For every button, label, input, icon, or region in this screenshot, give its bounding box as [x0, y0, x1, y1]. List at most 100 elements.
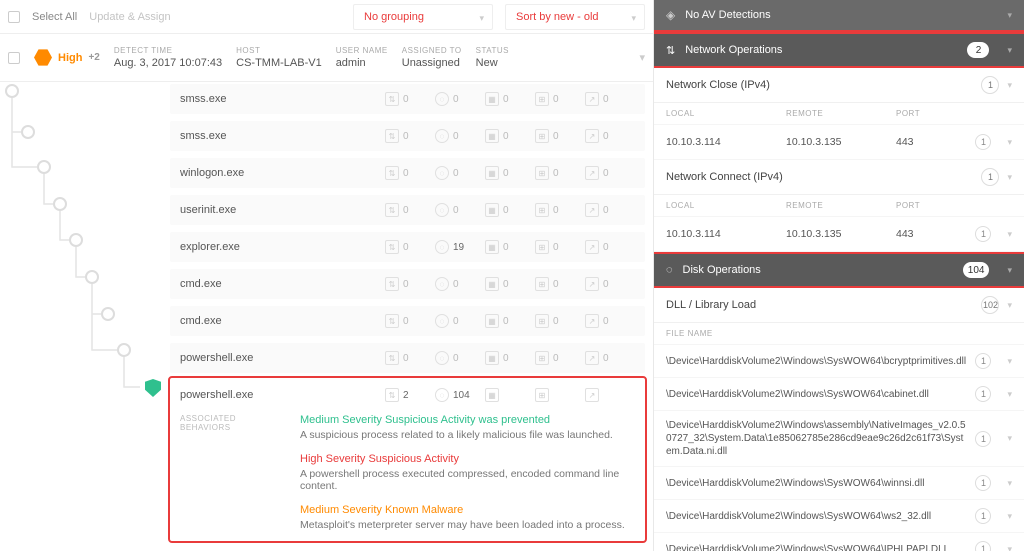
metric-reg[interactable]: ▦0: [485, 314, 535, 328]
host-col: HOSTCS-TMM-LAB-V1: [236, 46, 322, 69]
tree-node[interactable]: [69, 233, 83, 247]
process-row[interactable]: powershell.exe⇅0◌0▦0⊞0↗0: [170, 343, 645, 373]
file-row[interactable]: \Device\HarddiskVolume2\Windows\SysWOW64…: [654, 500, 1024, 533]
toolbar: Select All Update & Assign No grouping▾ …: [0, 0, 653, 34]
metric-dns[interactable]: ⊞0: [535, 314, 585, 328]
metric-disk[interactable]: ◌19: [435, 240, 485, 254]
metric-net[interactable]: ⇅0: [385, 314, 435, 328]
metric-net[interactable]: ⇅0: [385, 92, 435, 106]
process-row[interactable]: smss.exe⇅0◌0▦0⊞0↗0: [170, 121, 645, 151]
metric-other[interactable]: ↗0: [585, 314, 635, 328]
file-row[interactable]: \Device\HarddiskVolume2\Windows\assembly…: [654, 411, 1024, 467]
metric-disk[interactable]: ◌0: [435, 203, 485, 217]
select-all-button[interactable]: Select All: [32, 11, 77, 23]
metric-reg[interactable]: ▦0: [485, 166, 535, 180]
file-row[interactable]: \Device\HarddiskVolume2\Windows\SysWOW64…: [654, 345, 1024, 378]
metric-other[interactable]: ↗0: [585, 351, 635, 365]
metric-dns[interactable]: ⊞0: [535, 203, 585, 217]
sort-dropdown[interactable]: Sort by new - old▾: [505, 4, 645, 30]
table-header: FILE NAME: [654, 323, 1024, 345]
metric-net[interactable]: ⇅0: [385, 351, 435, 365]
table-header: LOCALREMOTEPORT: [654, 103, 1024, 125]
tree-node[interactable]: [21, 125, 35, 139]
metric-disk[interactable]: ◌0: [435, 277, 485, 291]
process-row[interactable]: smss.exe⇅0◌0▦0⊞0↗0: [170, 84, 645, 114]
file-row[interactable]: \Device\HarddiskVolume2\Windows\SysWOW64…: [654, 467, 1024, 500]
tree-node[interactable]: [85, 270, 99, 284]
metric-reg[interactable]: ▦: [485, 388, 535, 402]
process-name: powershell.exe: [180, 352, 385, 364]
metric-disk[interactable]: ◌0: [435, 351, 485, 365]
network-section-header[interactable]: ⇅ Network Operations 2 ▾: [654, 32, 1024, 68]
metric-other[interactable]: ↗0: [585, 166, 635, 180]
process-name: powershell.exe: [180, 389, 385, 401]
metric-reg[interactable]: ▦0: [485, 277, 535, 291]
metric-net[interactable]: ⇅2: [385, 388, 435, 402]
tree-node[interactable]: [37, 160, 51, 174]
metric-disk[interactable]: ◌0: [435, 166, 485, 180]
update-assign-button[interactable]: Update & Assign: [89, 11, 170, 23]
metric-dns[interactable]: ⊞0: [535, 351, 585, 365]
chevron-down-icon: ▾: [1007, 544, 1012, 551]
metric-net[interactable]: ⇅0: [385, 129, 435, 143]
metric-other[interactable]: ↗0: [585, 277, 635, 291]
behavior-item: Medium Severity Suspicious Activity was …: [300, 414, 635, 441]
tree-node[interactable]: [5, 84, 19, 98]
chevron-down-icon: ▾: [1007, 433, 1012, 444]
file-row[interactable]: \Device\HarddiskVolume2\Windows\SysWOW64…: [654, 378, 1024, 411]
metric-disk[interactable]: ◌0: [435, 314, 485, 328]
disk-section-header[interactable]: ◌ Disk Operations 104 ▾: [654, 252, 1024, 288]
table-row[interactable]: 10.10.3.11410.10.3.135443 1▾: [654, 125, 1024, 160]
process-row[interactable]: winlogon.exe⇅0◌0▦0⊞0↗0: [170, 158, 645, 188]
metric-dns[interactable]: ⊞0: [535, 166, 585, 180]
metric-other[interactable]: ↗0: [585, 240, 635, 254]
grouping-dropdown[interactable]: No grouping▾: [353, 4, 493, 30]
tree-node[interactable]: [101, 307, 115, 321]
metric-other[interactable]: ↗0: [585, 92, 635, 106]
process-name: winlogon.exe: [180, 167, 385, 179]
metric-net[interactable]: ⇅0: [385, 240, 435, 254]
network-close-header[interactable]: Network Close (IPv4) 1 ▾: [654, 68, 1024, 103]
chevron-down-icon: ▾: [1007, 80, 1012, 91]
metric-reg[interactable]: ▦0: [485, 92, 535, 106]
count-badge: 1: [975, 541, 991, 551]
chevron-down-icon: ▾: [1007, 172, 1012, 183]
metric-dns[interactable]: ⊞0: [535, 240, 585, 254]
tree-node[interactable]: [117, 343, 131, 357]
metric-other[interactable]: ↗0: [585, 129, 635, 143]
select-all-checkbox[interactable]: [8, 11, 20, 23]
metric-other[interactable]: ↗0: [585, 203, 635, 217]
table-row[interactable]: 10.10.3.11410.10.3.135443 1▾: [654, 217, 1024, 252]
av-section-header[interactable]: No AV Detections ▾: [654, 0, 1024, 32]
network-connect-header[interactable]: Network Connect (IPv4) 1 ▾: [654, 160, 1024, 195]
metric-dns[interactable]: ⊞: [535, 388, 585, 402]
process-row[interactable]: cmd.exe⇅0◌0▦0⊞0↗0: [170, 269, 645, 299]
metric-net[interactable]: ⇅0: [385, 166, 435, 180]
process-name: explorer.exe: [180, 241, 385, 253]
dll-load-header[interactable]: DLL / Library Load 102 ▾: [654, 288, 1024, 323]
row-checkbox[interactable]: [8, 52, 20, 64]
tree-node[interactable]: [53, 197, 67, 211]
metric-dns[interactable]: ⊞0: [535, 277, 585, 291]
chevron-down-icon[interactable]: ▾: [639, 51, 645, 64]
metric-reg[interactable]: ▦0: [485, 129, 535, 143]
metric-disk[interactable]: ◌0: [435, 92, 485, 106]
metric-net[interactable]: ⇅0: [385, 203, 435, 217]
metric-reg[interactable]: ▦0: [485, 351, 535, 365]
process-row[interactable]: explorer.exe⇅0◌19▦0⊞0↗0: [170, 232, 645, 262]
count-badge: 1: [981, 76, 999, 94]
metric-reg[interactable]: ▦0: [485, 240, 535, 254]
metric-dns[interactable]: ⊞0: [535, 92, 585, 106]
metric-net[interactable]: ⇅0: [385, 277, 435, 291]
file-row[interactable]: \Device\HarddiskVolume2\Windows\SysWOW64…: [654, 533, 1024, 551]
metric-dns[interactable]: ⊞0: [535, 129, 585, 143]
metric-reg[interactable]: ▦0: [485, 203, 535, 217]
process-row-selected[interactable]: powershell.exe ⇅2 ◌104 ▦ ⊞ ↗ ASSOCIATED …: [170, 378, 645, 541]
metric-disk[interactable]: ◌0: [435, 129, 485, 143]
process-row[interactable]: userinit.exe⇅0◌0▦0⊞0↗0: [170, 195, 645, 225]
count-badge: 1: [975, 386, 991, 402]
metric-other[interactable]: ↗: [585, 388, 635, 402]
metric-disk[interactable]: ◌104: [435, 388, 485, 402]
network-icon: ⇅: [666, 44, 675, 57]
process-row[interactable]: cmd.exe⇅0◌0▦0⊞0↗0: [170, 306, 645, 336]
